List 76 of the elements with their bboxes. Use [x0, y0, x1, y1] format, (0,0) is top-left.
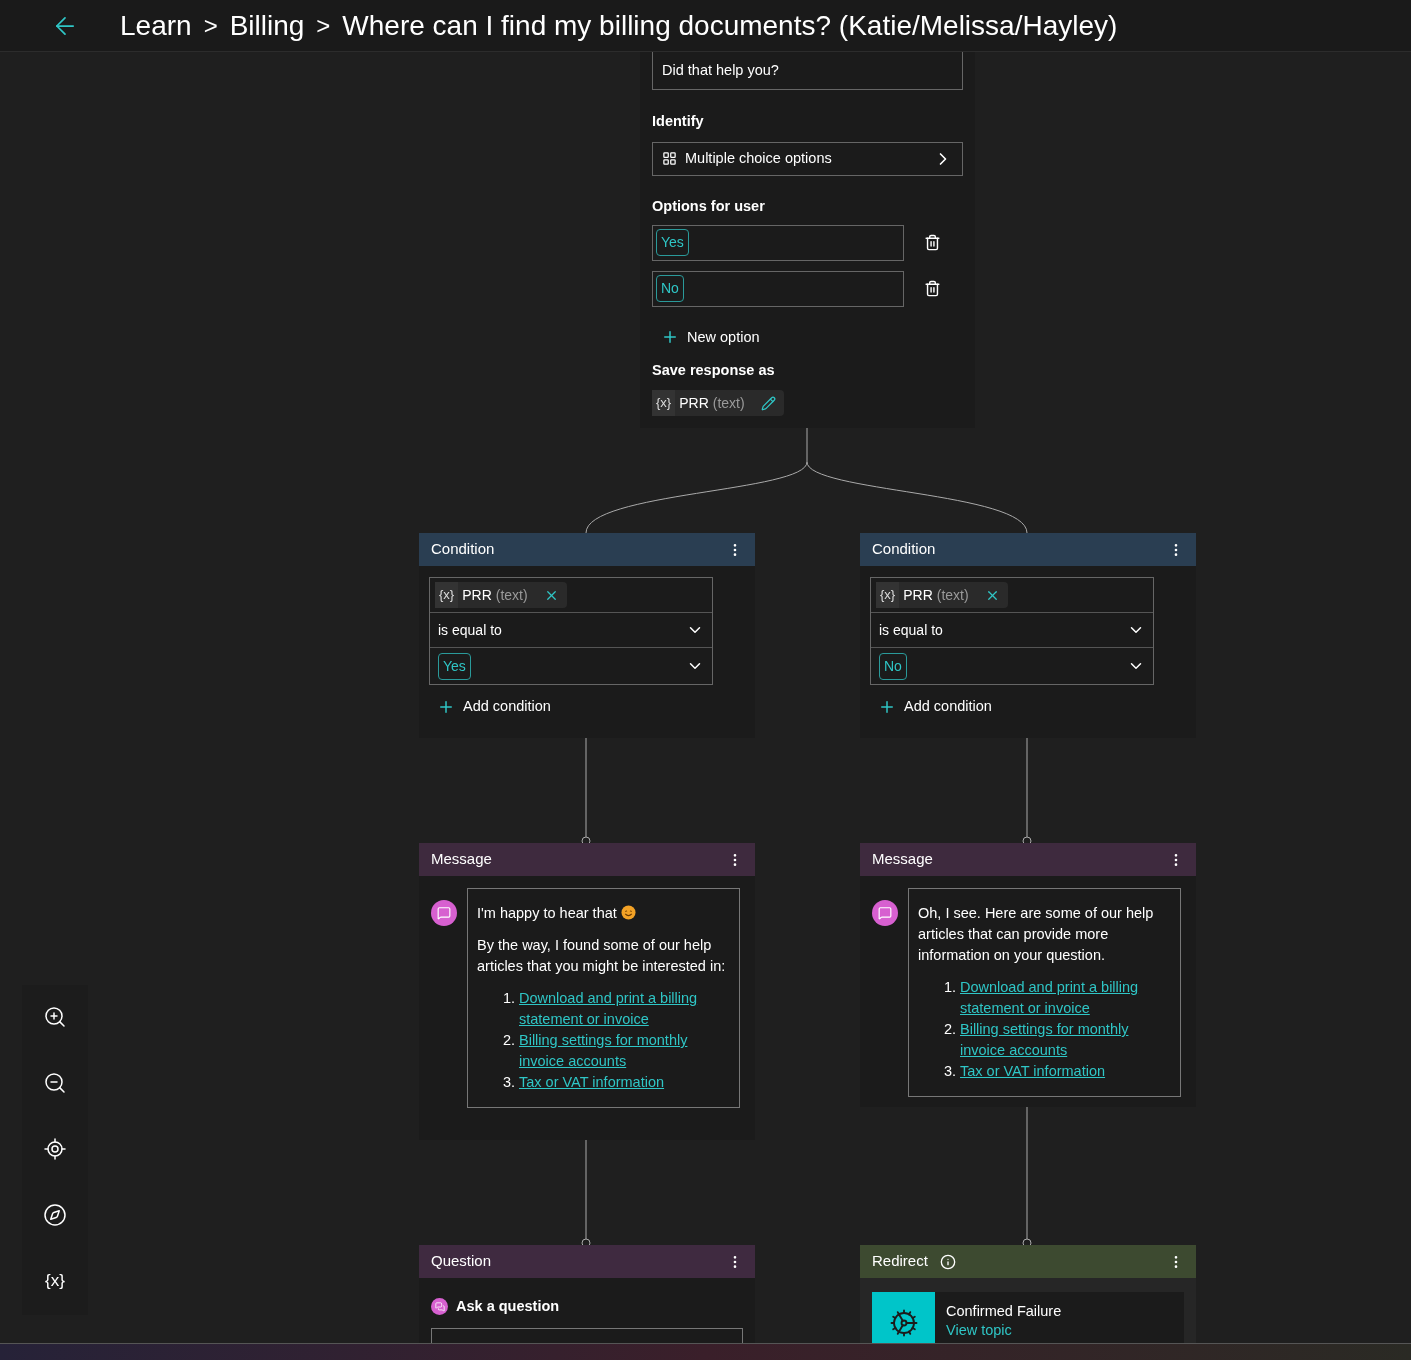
message-text: I'm happy to hear that [477, 903, 730, 924]
question-label: Ask a question [456, 1297, 560, 1316]
variable-name: PRR [679, 393, 709, 413]
node-title: Condition [872, 539, 936, 560]
section-label: Identify [652, 112, 705, 131]
breadcrumb-item[interactable]: Where can I find my billing documents? (Katie/Melissa/Hayley) [342, 4, 1118, 47]
node-title: Message [431, 849, 492, 870]
add-condition-button[interactable]: Add condition [878, 696, 992, 718]
list-number: 2. [944, 1020, 958, 1039]
info-icon[interactable] [939, 1253, 956, 1270]
variable-field[interactable]: {x} PRR (text) [871, 578, 1153, 613]
add-condition-button[interactable]: Add condition [437, 696, 551, 718]
variable-type: (text) [495, 585, 528, 605]
topic-name: Confirmed Failure [946, 1302, 1062, 1321]
new-option-button[interactable]: New option [661, 326, 760, 349]
variable-chip[interactable]: {x} PRR (text) [876, 582, 1008, 608]
value-dropdown[interactable]: No [871, 648, 1153, 684]
edit-icon[interactable] [760, 395, 776, 411]
variable-field[interactable]: {x} PRR (text) [430, 578, 712, 613]
delete-icon[interactable] [924, 280, 941, 297]
node-title: Question [431, 1251, 492, 1272]
article-link[interactable]: Billing settings for monthly invoice accounts [960, 1019, 1171, 1061]
variable-icon: {x} [652, 390, 676, 416]
list-number: 3. [503, 1073, 517, 1092]
list-number: 1. [944, 978, 958, 997]
list-number: 1. [503, 989, 517, 1008]
option-tag: Yes [656, 229, 689, 256]
section-label: Options for user [652, 196, 766, 216]
operator-dropdown[interactable]: is equal to [430, 613, 712, 648]
option-field[interactable]: Yes [652, 224, 904, 261]
zoom-out-icon[interactable] [43, 1071, 67, 1095]
delete-icon[interactable] [924, 234, 941, 251]
locate-icon[interactable] [43, 1137, 67, 1161]
article-link[interactable]: Tax or VAT information [960, 1061, 1106, 1082]
compass-icon[interactable] [43, 1203, 67, 1227]
view-topic-link[interactable]: View topic [946, 1321, 1062, 1340]
variable-chip[interactable]: {x} PRR (text) [435, 582, 567, 608]
operator-dropdown[interactable]: is equal to [871, 613, 1153, 648]
variable-name: PRR [462, 585, 492, 605]
chat-icon [434, 1301, 445, 1312]
article-link[interactable]: Download and print a billing statement or invoice [960, 977, 1171, 1019]
breadcrumb-item[interactable]: Learn [120, 4, 192, 47]
breadcrumb-item[interactable]: Billing [229, 4, 305, 47]
grid-icon [662, 151, 677, 167]
node-title: Message [872, 849, 933, 870]
list-number: 2. [503, 1031, 517, 1050]
list-number: 3. [944, 1062, 958, 1081]
identify-dropdown[interactable]: Multiple choice options [652, 141, 963, 176]
section-label: Save response as [652, 361, 776, 381]
variable-icon: {x} [435, 582, 459, 608]
breadcrumb-separator: > [316, 10, 331, 41]
node-title: Condition [431, 539, 495, 560]
chat-icon [878, 906, 892, 920]
option-tag: No [879, 652, 907, 680]
variable-chip[interactable]: {x} PRR (text) [652, 390, 784, 416]
chat-icon [437, 906, 451, 920]
message-text: By the way, I found some of our help articles that you might be interested in: [477, 936, 727, 976]
variable-name: PRR [903, 585, 933, 605]
variable-icon: {x} [876, 582, 900, 608]
article-link[interactable]: Billing settings for monthly invoice accounts [519, 1030, 730, 1072]
topic-card[interactable]: Confirmed Failure View topic [872, 1292, 1184, 1343]
article-link[interactable]: Tax or VAT information [519, 1072, 665, 1093]
option-field[interactable]: No [652, 270, 904, 307]
variable-type: (text) [936, 585, 969, 605]
prompt-field[interactable]: Did that help you? [652, 52, 963, 90]
variables-button[interactable]: {x} [45, 1269, 65, 1293]
article-link[interactable]: Download and print a billing statement or invoice [519, 988, 730, 1030]
gear-icon [888, 1308, 919, 1338]
value-dropdown[interactable]: Yes [430, 648, 712, 684]
message-text: Oh, I see. Here are some of our help articles that can provide more information on your question. [918, 904, 1155, 965]
variable-type: (text) [712, 393, 745, 413]
option-tag: No [656, 275, 684, 302]
breadcrumb-separator: > [203, 10, 218, 41]
zoom-in-icon[interactable] [43, 1005, 67, 1029]
option-tag: Yes [438, 652, 471, 680]
node-title: Redirect [872, 1251, 928, 1272]
